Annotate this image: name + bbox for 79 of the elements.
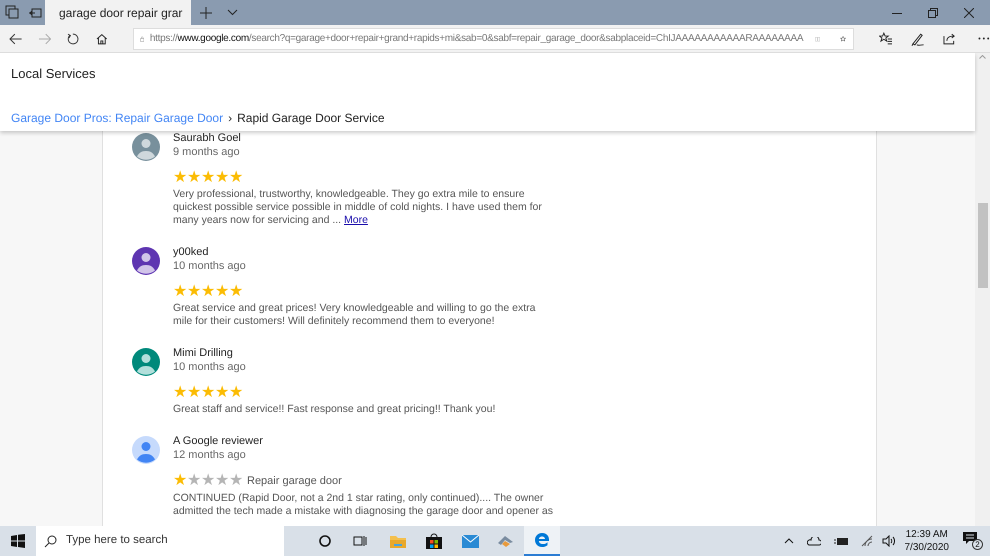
avatar-icon [132,436,160,464]
address-field[interactable]: https://www.google.com/search?q=garage+door+repair+grand+rapids+mi&sab=0&sabf=repair_garage_door&sabplaceid=ChIJAAAAAAAAAAARAAAAAAAA [132,28,854,50]
tab-title: garage door repair grar [59,4,182,22]
volume-icon[interactable] [882,535,896,547]
set-aside-tabs-icon[interactable] [28,6,42,18]
avatar-icon [132,348,160,376]
review-time: 12 months ago [173,449,247,462]
close-icon[interactable] [964,8,974,18]
star-icon: ★ [201,473,215,490]
reviewer-name: y00ked [173,246,210,259]
edge-taskbar-button[interactable] [524,526,560,556]
star-icon: ★ [229,170,243,186]
avatar-icon [132,133,160,161]
cortana-icon[interactable] [319,535,331,547]
breadcrumb-link[interactable]: Garage Door Pros: Repair Garage Door [11,108,224,126]
search-placeholder: Type here to search [66,533,168,548]
review-text: Great service and great prices! Very knowledgeable and willing to go the extra mile for their customers! Will definitely recommend them to everyone! [173,302,536,328]
star-icon: ★ [173,473,187,490]
star-icon: ★ [173,284,187,300]
browser-tab[interactable]: garage door repair grar [45,0,191,25]
star-icon: ★ [229,385,243,401]
back-icon[interactable] [9,32,23,44]
tabs-icon[interactable] [5,5,19,19]
breadcrumb-separator: › [228,110,232,126]
home-icon[interactable] [96,32,108,44]
star-icon: ★ [187,170,201,186]
search-field[interactable]: Type here to search [36,526,284,556]
star-icon: ★ [215,284,229,300]
review-time: 10 months ago [173,260,247,273]
wifi-icon[interactable] [860,535,872,547]
more-icon[interactable] [978,37,990,40]
star-icon: ★ [173,385,187,401]
chevron-down-icon[interactable] [227,9,238,16]
store-icon[interactable] [426,533,442,549]
restore-icon[interactable] [928,8,938,18]
star-icon: ★ [229,284,243,300]
reviewer-name: A Google reviewer [173,435,264,448]
star-icon: ★ [187,385,201,401]
share-icon[interactable] [942,32,956,45]
star-icon: ★ [201,170,215,186]
clock-date: 7/30/2020 [904,541,949,554]
review-time: 9 months ago [173,146,241,159]
review-text: Very professional, trustworthy, knowledgeable. They go extra mile to ensure quickest possible service possible in middle of cold nights. I have used them for many years now for servicing and ... More [173,188,543,227]
notification-icon[interactable] [963,532,977,545]
star-icon: ★ [215,170,229,186]
refresh-icon[interactable] [67,32,79,44]
scrollbar-thumb[interactable] [978,203,988,288]
notification-count: 2 [972,539,983,550]
pen-icon[interactable] [911,32,925,46]
avatar-icon [132,247,160,275]
star-icon: ★ [201,385,215,401]
url-text: https://www.google.com/search?q=garage+door+repair+grand+rapids+mi&sab=0&sabf=repair_garage_door&sabplaceid=ChIJAAAAAAAAAAARAAAAAAAA [150,32,804,46]
mail-icon[interactable] [462,534,479,548]
star-icon: ★ [173,170,187,186]
search-icon [44,534,57,548]
chevron-up-icon[interactable] [784,538,794,544]
star-icon: ★ [215,385,229,401]
page-title: Local Services [11,65,97,83]
more-link[interactable]: More [344,214,368,226]
reviewer-name: Mimi Drilling [173,347,234,360]
review-text: CONTINUED (Rapid Door, not a 2nd 1 star rating, only continued).... The owner admitted the tech made a mistake with diagnosing the garage door and opener as [173,492,553,518]
star-icon: ★ [215,473,229,490]
breadcrumb-current: Rapid Garage Door Service [237,110,385,126]
favorites-icon[interactable] [878,32,892,45]
star-icon: ★ [187,473,201,490]
star-icon: ★ [229,473,243,490]
review-text: Great staff and service!! Fast response and great pricing!! Thank you! [173,403,496,416]
task-view-icon[interactable] [353,535,367,547]
star-icon: ★ [201,284,215,300]
review-tag: Repair garage door [247,473,342,490]
cloud-icon[interactable] [806,536,820,546]
edge-icon [534,532,550,548]
battery-icon[interactable] [834,536,848,546]
windows-icon[interactable] [11,534,25,548]
reviewer-name: Saurabh Goel [173,132,242,145]
new-tab-icon[interactable] [200,6,212,18]
clock-time: 12:39 AM [906,528,948,541]
star-icon: ★ [187,284,201,300]
review-time: 10 months ago [173,361,247,374]
